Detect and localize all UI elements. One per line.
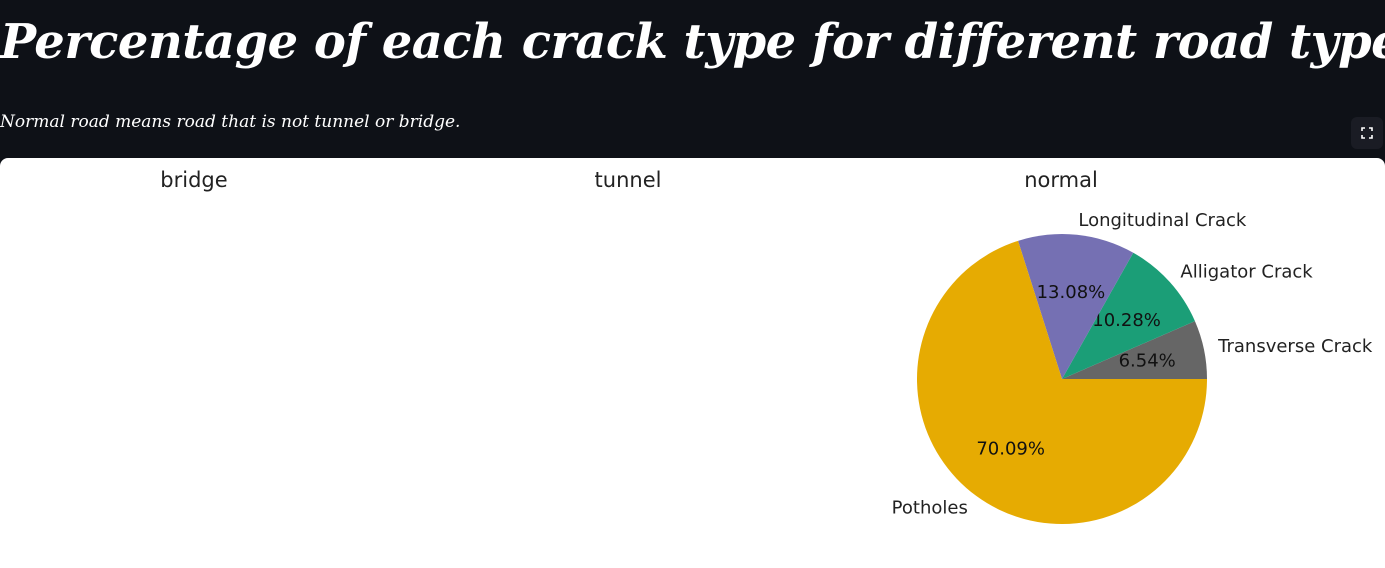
subplot-title-tunnel: tunnel <box>595 168 662 192</box>
page-subtitle: Normal road means road that is not tunne… <box>0 112 461 132</box>
fullscreen-expand-icon <box>1361 127 1373 139</box>
pie-slice-label: Transverse Crack <box>1217 336 1373 357</box>
subplot-title-normal: normal <box>1024 168 1098 192</box>
pie-percent-label: 6.54% <box>1119 351 1176 372</box>
pie-slice-label: Alligator Crack <box>1180 262 1313 283</box>
pie-normal: 6.54% Transverse Crack 10.28% Alligator Cra… <box>892 210 1373 525</box>
fullscreen-button[interactable] <box>1351 117 1383 149</box>
app: Percentage of each crack type for differ… <box>0 0 1385 568</box>
pie-percent-label: 10.28% <box>1092 310 1161 331</box>
pie-slice-label: Potholes <box>892 497 968 518</box>
pie-slice-label: Longitudinal Crack <box>1078 210 1247 231</box>
chart-panel: bridge tunnel normal 6.54% Transverse Cra… <box>0 158 1385 568</box>
pie-chart-figure: bridge tunnel normal 6.54% Transverse Cra… <box>160 168 1373 525</box>
page-title: Percentage of each crack type for differ… <box>0 14 1385 70</box>
pie-percent-label: 70.09% <box>976 439 1045 460</box>
subplot-title-bridge: bridge <box>160 168 227 192</box>
pie-percent-label: 13.08% <box>1037 282 1106 303</box>
